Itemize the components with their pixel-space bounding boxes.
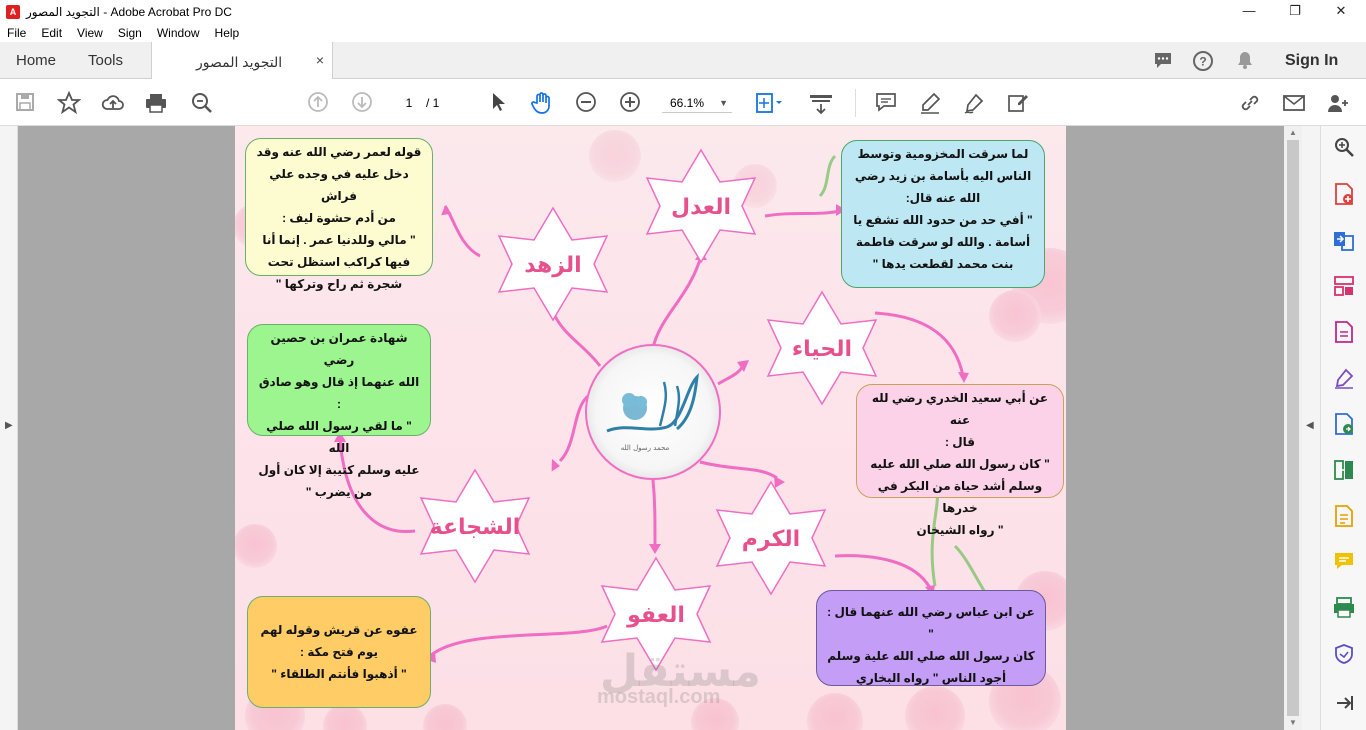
menu-window[interactable]: Window <box>150 26 208 40</box>
scroll-down-icon[interactable]: ▼ <box>1289 718 1297 727</box>
close-window-button[interactable]: ✕ <box>1318 0 1364 23</box>
minimize-button[interactable]: — <box>1226 0 1272 23</box>
tab-bar: Home Tools التجويد المصور × ? Sign In <box>0 42 1366 80</box>
comment-tool-icon[interactable] <box>1331 550 1357 576</box>
scroll-up-icon[interactable]: ▲ <box>1289 128 1297 137</box>
close-tab-icon[interactable]: × <box>316 52 324 68</box>
scroll-thumb[interactable] <box>1287 140 1299 716</box>
haya-hadith-box: عن أبي سعيد الخدري رضي لله عنه قال : " ك… <box>856 384 1064 537</box>
star-label-zuhd: الزهد <box>524 253 581 278</box>
restore-button[interactable]: ❐ <box>1272 0 1318 23</box>
zoom-level-value: 66.1% <box>670 96 705 110</box>
next-page-icon[interactable] <box>350 91 374 115</box>
fill-sign-icon[interactable] <box>1331 366 1357 392</box>
afw-hadith-box: عفوه عن قريش وقوله لهم يوم فتح مكة : " أ… <box>247 596 431 708</box>
tab-tools[interactable]: Tools <box>88 52 123 69</box>
star-label-shajaa: الشجاعة <box>430 515 521 540</box>
add-user-icon[interactable] <box>1326 91 1350 115</box>
bookmark-star-icon[interactable] <box>56 90 82 115</box>
menu-help[interactable]: Help <box>208 26 248 40</box>
comment-bubble-icon[interactable] <box>1152 50 1174 72</box>
print-production-icon[interactable] <box>1331 596 1357 622</box>
center-caption: محمد رسول الله <box>621 444 670 452</box>
create-pdf-icon[interactable] <box>1331 182 1357 208</box>
svg-text:?: ? <box>1199 55 1206 69</box>
title-bar: A التجويد المصور - Adobe Acrobat Pro DC … <box>0 0 1366 23</box>
karam-hadith-box: عن ابن عباس رضي الله عنهما قال : " كان ر… <box>816 590 1046 686</box>
highlight-pen-icon[interactable] <box>918 91 942 115</box>
page-number-input[interactable]: 1 <box>396 93 422 113</box>
compare-files-icon[interactable] <box>1331 458 1357 484</box>
right-panel-toggle[interactable]: ◀ <box>1302 126 1320 730</box>
zoom-out-icon[interactable] <box>574 91 598 115</box>
star-label-adl: العدل <box>671 195 731 220</box>
window-title: التجويد المصور - Adobe Acrobat Pro DC <box>26 4 232 19</box>
menu-edit[interactable]: Edit <box>34 26 70 40</box>
watermark-latin: mostaql.com <box>597 686 721 708</box>
select-cursor-icon[interactable] <box>486 91 510 115</box>
previous-page-icon[interactable] <box>306 91 330 115</box>
share-link-icon[interactable] <box>1238 91 1262 115</box>
help-icon[interactable]: ? <box>1192 50 1214 72</box>
protect-icon[interactable] <box>1331 642 1357 668</box>
zoom-level-select[interactable]: 66.1% ▼ <box>662 93 732 113</box>
main-toolbar: 1 / 1 66.1% ▼ <box>0 79 1366 126</box>
fit-page-icon[interactable] <box>754 91 782 115</box>
collapse-right-panel-icon[interactable]: ◀ <box>1306 420 1314 431</box>
menu-bar: File Edit View Sign Window Help <box>0 23 1366 42</box>
acrobat-app-icon: A <box>6 4 20 19</box>
center-circle <box>585 344 721 480</box>
vertical-scrollbar[interactable]: ▲ ▼ <box>1284 126 1302 730</box>
sign-pen-icon[interactable] <box>962 91 986 115</box>
star-label-haya: الحياء <box>792 337 852 362</box>
email-icon[interactable] <box>1282 91 1306 115</box>
menu-file[interactable]: File <box>0 26 34 40</box>
left-panel-toggle[interactable]: ▶ <box>0 126 18 730</box>
menu-sign[interactable]: Sign <box>111 26 150 40</box>
combine-files-icon[interactable] <box>1331 228 1357 254</box>
expand-left-panel-icon[interactable]: ▶ <box>5 420 13 431</box>
sign-in-button[interactable]: Sign In <box>1285 52 1338 70</box>
adl-hadith-box: لما سرقت المخزومية وتوسط الناس اليه بأسا… <box>841 140 1045 288</box>
organize-pages-icon[interactable] <box>1331 274 1357 300</box>
tab-document[interactable]: التجويد المصور × <box>151 42 333 80</box>
page-total: / 1 <box>426 96 440 110</box>
tools-pane <box>1320 126 1366 730</box>
document-tab-label: التجويد المصور <box>196 54 283 70</box>
print-icon[interactable] <box>144 91 168 115</box>
zoom-search-icon[interactable] <box>190 91 214 115</box>
star-label-afw: العفو <box>626 603 685 628</box>
menu-view[interactable]: View <box>70 26 111 40</box>
upload-cloud-icon[interactable] <box>101 91 125 115</box>
more-tools-arrow-icon[interactable] <box>1331 692 1357 718</box>
zuhd-hadith-box: قوله لعمر رضي الله عنه وقد دخل عليه في و… <box>245 138 433 291</box>
shajaa-hadith-box: شهادة عمران بن حصين رضي الله عنهما إذ قا… <box>247 324 431 499</box>
pdf-page: محمد رسول الله العدل الزهد الحياء الشجاع… <box>235 126 1066 730</box>
redact-icon[interactable] <box>1006 91 1030 115</box>
search-zoom-icon[interactable] <box>1331 136 1357 162</box>
tab-home[interactable]: Home <box>16 52 56 69</box>
save-icon[interactable] <box>13 91 37 115</box>
scan-ocr-icon[interactable] <box>1331 504 1357 530</box>
chevron-down-icon: ▼ <box>719 98 728 108</box>
star-label-karam: الكرم <box>742 527 800 552</box>
notification-bell-icon[interactable] <box>1234 50 1256 72</box>
scroll-mode-icon[interactable] <box>808 91 832 115</box>
zoom-in-icon[interactable] <box>618 91 642 115</box>
add-comment-icon[interactable] <box>874 91 898 115</box>
hand-tool-icon[interactable] <box>530 91 554 115</box>
export-pdf-icon[interactable] <box>1331 320 1357 346</box>
edit-pdf-icon[interactable] <box>1331 412 1357 438</box>
document-canvas[interactable]: محمد رسول الله العدل الزهد الحياء الشجاع… <box>18 126 1302 730</box>
